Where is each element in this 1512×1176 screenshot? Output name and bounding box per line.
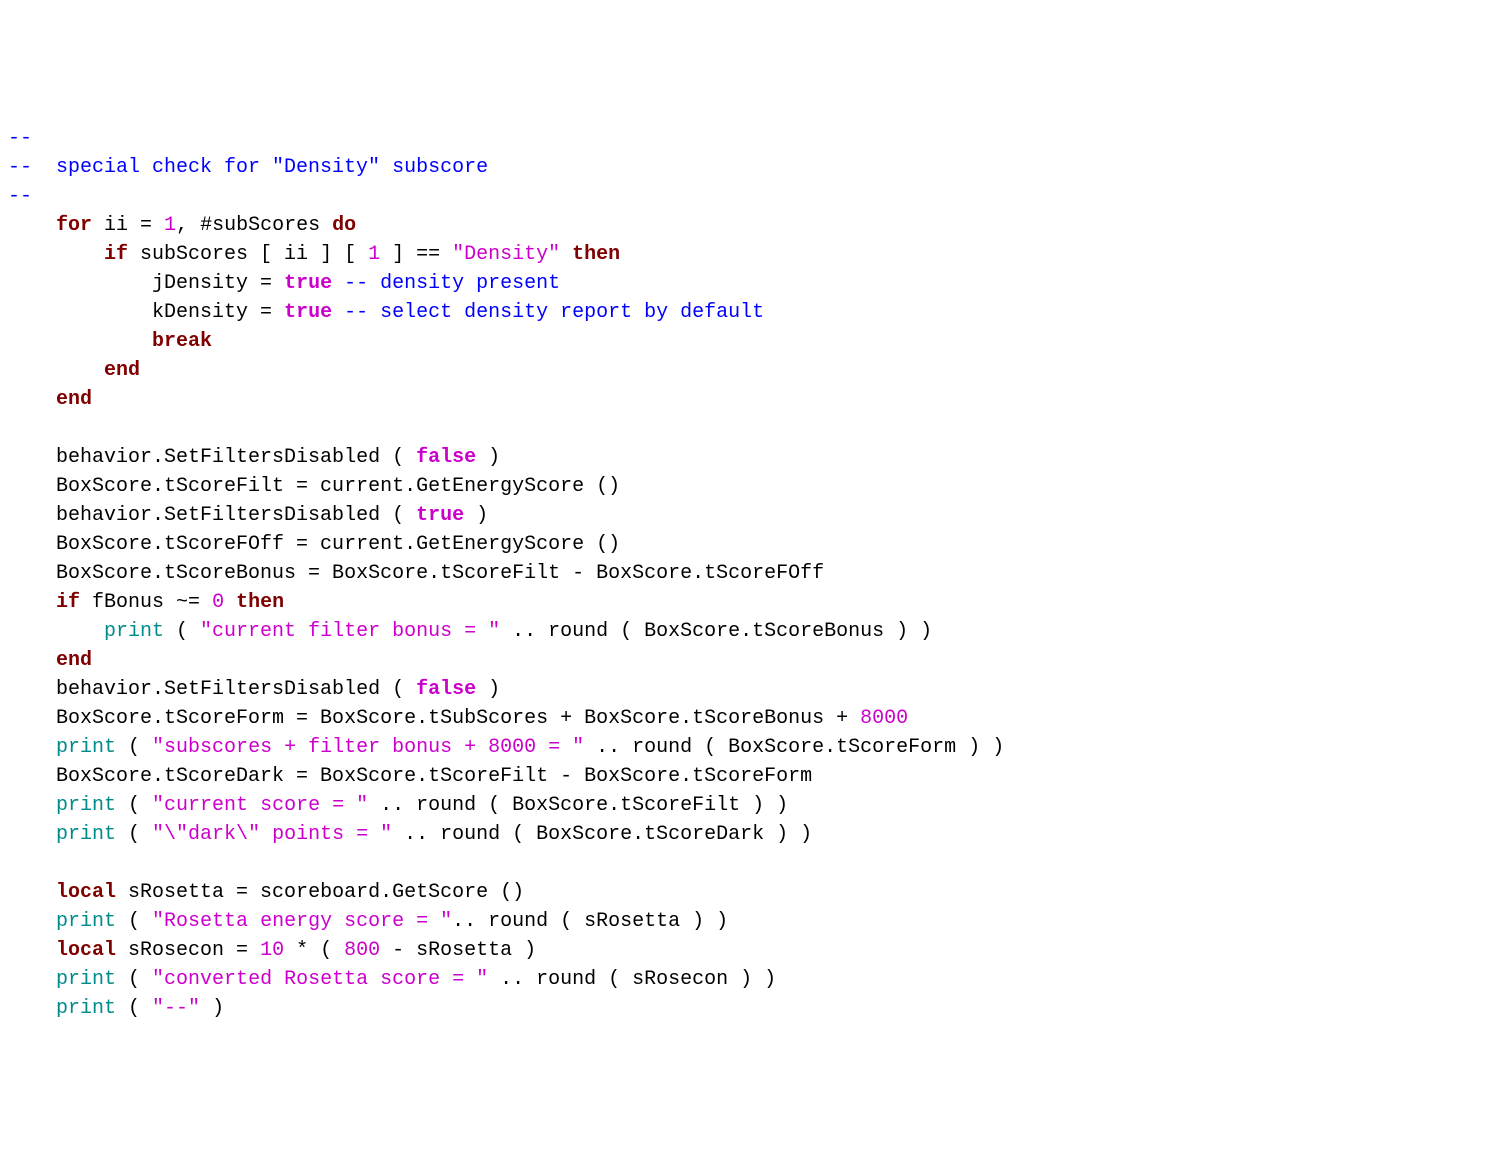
function-print: print [56, 823, 116, 846]
code-text: ( [116, 794, 152, 817]
code-text: .. round ( BoxScore.tScoreForm ) ) [584, 736, 1004, 759]
code-text: ( [164, 620, 200, 643]
boolean: false [416, 446, 476, 469]
boolean: true [284, 272, 332, 295]
code-text: ) [464, 504, 488, 527]
comment: -- density present [344, 272, 560, 295]
code-text: BoxScore.tScoreForm = BoxScore.tSubScore… [56, 707, 860, 730]
function-print: print [56, 968, 116, 991]
code-text [332, 301, 344, 324]
string: "current filter bonus = " [200, 620, 500, 643]
number: 1 [164, 214, 176, 237]
code-text: ( [116, 910, 152, 933]
comment: -- [8, 127, 32, 150]
code-text: * ( [284, 939, 344, 962]
code-text: ( [116, 997, 152, 1020]
code-text: BoxScore.tScoreFilt = current.GetEnergyS… [56, 475, 620, 498]
string: "Rosetta energy score = " [152, 910, 452, 933]
code-text: ) [476, 446, 500, 469]
keyword-break: break [152, 330, 212, 353]
code-text: fBonus ~= [80, 591, 212, 614]
string: "subscores + filter bonus + 8000 = " [152, 736, 584, 759]
code-text: .. round ( BoxScore.tScoreFilt ) ) [368, 794, 788, 817]
number: 800 [344, 939, 380, 962]
code-text: BoxScore.tScoreBonus = BoxScore.tScoreFi… [56, 562, 824, 585]
code-text: ] == [380, 243, 452, 266]
code-text: jDensity = [152, 272, 284, 295]
string: "Density" [452, 243, 560, 266]
keyword-local: local [56, 939, 116, 962]
number: 10 [260, 939, 284, 962]
code-text: .. round ( sRosecon ) ) [488, 968, 776, 991]
code-text: , #subScores [176, 214, 332, 237]
string: "converted Rosetta score = " [152, 968, 488, 991]
comment: -- select density report by default [344, 301, 764, 324]
code-text: .. round ( BoxScore.tScoreBonus ) ) [500, 620, 932, 643]
string: "current score = " [152, 794, 368, 817]
code-text: .. round ( BoxScore.tScoreDark ) ) [392, 823, 812, 846]
keyword-end: end [104, 359, 140, 382]
code-text: BoxScore.tScoreDark = BoxScore.tScoreFil… [56, 765, 812, 788]
code-text [224, 591, 236, 614]
boolean: true [416, 504, 464, 527]
boolean: false [416, 678, 476, 701]
keyword-do: do [332, 214, 356, 237]
code-text: ) [200, 997, 224, 1020]
comment: -- [8, 185, 32, 208]
code-text: BoxScore.tScoreFOff = current.GetEnergyS… [56, 533, 620, 556]
keyword-if: if [56, 591, 80, 614]
code-text: .. round ( sRosetta ) ) [452, 910, 728, 933]
code-text: behavior.SetFiltersDisabled ( [56, 504, 416, 527]
code-text: ii = [92, 214, 164, 237]
code-text: subScores [ ii ] [ [128, 243, 368, 266]
code-text: sRosecon = [116, 939, 260, 962]
number: 8000 [860, 707, 908, 730]
keyword-for: for [56, 214, 92, 237]
code-text: ( [116, 968, 152, 991]
code-text: sRosetta = scoreboard.GetScore () [116, 881, 524, 904]
code-text [560, 243, 572, 266]
keyword-if: if [104, 243, 128, 266]
code-text [332, 272, 344, 295]
code-text: behavior.SetFiltersDisabled ( [56, 678, 416, 701]
keyword-end: end [56, 649, 92, 672]
code-text: behavior.SetFiltersDisabled ( [56, 446, 416, 469]
string: "\"dark\" points = " [152, 823, 392, 846]
code-block: -- -- special check for "Density" subsco… [8, 124, 1504, 1023]
number: 0 [212, 591, 224, 614]
comment: -- special check for "Density" subscore [8, 156, 488, 179]
keyword-then: then [236, 591, 284, 614]
code-text: ) [476, 678, 500, 701]
code-text: ( [116, 736, 152, 759]
function-print: print [104, 620, 164, 643]
keyword-then: then [572, 243, 620, 266]
code-text: - sRosetta ) [380, 939, 536, 962]
boolean: true [284, 301, 332, 324]
keyword-local: local [56, 881, 116, 904]
function-print: print [56, 736, 116, 759]
function-print: print [56, 794, 116, 817]
string: "--" [152, 997, 200, 1020]
code-text: ( [116, 823, 152, 846]
keyword-end: end [56, 388, 92, 411]
function-print: print [56, 910, 116, 933]
number: 1 [368, 243, 380, 266]
code-text: kDensity = [152, 301, 284, 324]
function-print: print [56, 997, 116, 1020]
